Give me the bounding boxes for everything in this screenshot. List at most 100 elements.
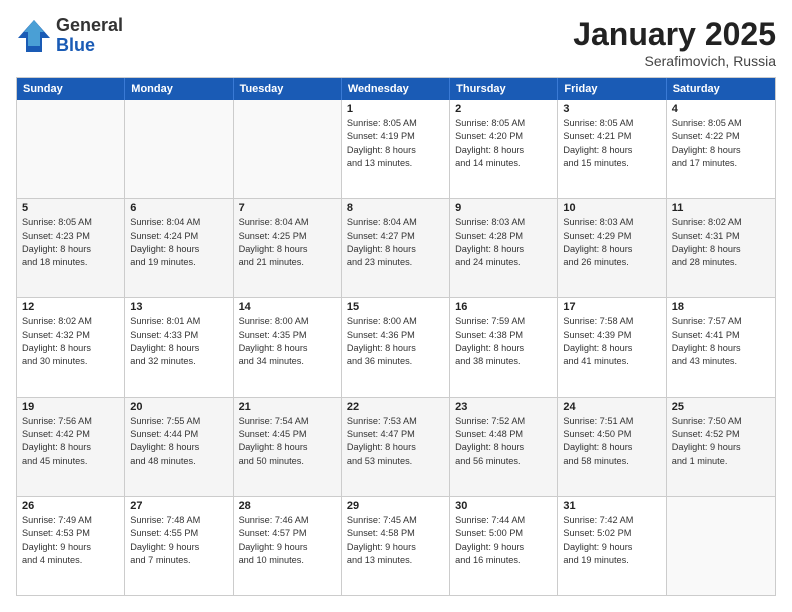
day-number: 31	[563, 500, 660, 512]
day-info: Sunrise: 8:00 AM Sunset: 4:36 PM Dayligh…	[347, 315, 444, 368]
day-info: Sunrise: 8:03 AM Sunset: 4:29 PM Dayligh…	[563, 216, 660, 269]
calendar-cell: 9 Sunrise: 8:03 AM Sunset: 4:28 PM Daylig…	[450, 199, 558, 297]
day-number: 28	[239, 500, 336, 512]
calendar-row: 26Sunrise: 7:49 AM Sunset: 4:53 PM Dayli…	[17, 497, 775, 595]
day-number: 25	[672, 401, 770, 413]
day-info: Sunrise: 8:04 AM Sunset: 4:27 PM Dayligh…	[347, 216, 444, 269]
day-number: 3	[563, 103, 660, 115]
calendar-cell	[125, 100, 233, 198]
page: General Blue January 2025 Serafimovich, …	[0, 0, 792, 612]
day-number: 17	[563, 301, 660, 313]
calendar: SundayMondayTuesdayWednesdayThursdayFrid…	[16, 77, 776, 596]
weekday-header: Wednesday	[342, 78, 450, 100]
day-info: Sunrise: 7:45 AM Sunset: 4:58 PM Dayligh…	[347, 514, 444, 567]
weekday-header: Monday	[125, 78, 233, 100]
day-info: Sunrise: 7:53 AM Sunset: 4:47 PM Dayligh…	[347, 415, 444, 468]
calendar-cell: 7 Sunrise: 8:04 AM Sunset: 4:25 PM Daylig…	[234, 199, 342, 297]
calendar-cell: 1 Sunrise: 8:05 AM Sunset: 4:19 PM Daylig…	[342, 100, 450, 198]
logo-text: General Blue	[56, 16, 123, 56]
logo-blue-text: Blue	[56, 36, 123, 56]
day-number: 20	[130, 401, 227, 413]
calendar-cell: 27 Sunrise: 7:48 AM Sunset: 4:55 PM Dayli…	[125, 497, 233, 595]
day-number: 29	[347, 500, 444, 512]
day-number: 4	[672, 103, 770, 115]
day-number: 30	[455, 500, 552, 512]
day-info: Sunrise: 7:44 AM Sunset: 5:00 PM Dayligh…	[455, 514, 552, 567]
calendar-cell: 23 Sunrise: 7:52 AM Sunset: 4:48 PM Dayli…	[450, 398, 558, 496]
calendar-cell: 18Sunrise: 7:57 AM Sunset: 4:41 PM Dayli…	[667, 298, 775, 396]
day-number: 9	[455, 202, 552, 214]
calendar-row: 12 Sunrise: 8:02 AM Sunset: 4:32 PM Dayli…	[17, 298, 775, 397]
day-info: Sunrise: 8:05 AM Sunset: 4:23 PM Dayligh…	[22, 216, 119, 269]
weekday-header: Saturday	[667, 78, 775, 100]
day-number: 23	[455, 401, 552, 413]
day-number: 7	[239, 202, 336, 214]
calendar-cell: 16Sunrise: 7:59 AM Sunset: 4:38 PM Dayli…	[450, 298, 558, 396]
day-number: 19	[22, 401, 119, 413]
day-info: Sunrise: 8:05 AM Sunset: 4:19 PM Dayligh…	[347, 117, 444, 170]
title-block: January 2025 Serafimovich, Russia	[573, 16, 776, 69]
calendar-header: SundayMondayTuesdayWednesdayThursdayFrid…	[17, 78, 775, 100]
month-title: January 2025	[573, 16, 776, 53]
day-info: Sunrise: 7:51 AM Sunset: 4:50 PM Dayligh…	[563, 415, 660, 468]
calendar-cell: 29 Sunrise: 7:45 AM Sunset: 4:58 PM Dayli…	[342, 497, 450, 595]
day-number: 10	[563, 202, 660, 214]
day-info: Sunrise: 8:02 AM Sunset: 4:32 PM Dayligh…	[22, 315, 119, 368]
day-number: 24	[563, 401, 660, 413]
day-info: Sunrise: 7:42 AM Sunset: 5:02 PM Dayligh…	[563, 514, 660, 567]
logo: General Blue	[16, 16, 123, 56]
day-number: 6	[130, 202, 227, 214]
weekday-header: Tuesday	[234, 78, 342, 100]
day-info: Sunrise: 7:57 AM Sunset: 4:41 PM Dayligh…	[672, 315, 770, 368]
calendar-cell	[234, 100, 342, 198]
calendar-cell: 17 Sunrise: 7:58 AM Sunset: 4:39 PM Dayli…	[558, 298, 666, 396]
header: General Blue January 2025 Serafimovich, …	[16, 16, 776, 69]
day-number: 11	[672, 202, 770, 214]
calendar-cell: 20 Sunrise: 7:55 AM Sunset: 4:44 PM Dayli…	[125, 398, 233, 496]
day-info: Sunrise: 7:50 AM Sunset: 4:52 PM Dayligh…	[672, 415, 770, 468]
weekday-header: Sunday	[17, 78, 125, 100]
day-number: 12	[22, 301, 119, 313]
calendar-cell: 30 Sunrise: 7:44 AM Sunset: 5:00 PM Dayli…	[450, 497, 558, 595]
calendar-cell: 8 Sunrise: 8:04 AM Sunset: 4:27 PM Daylig…	[342, 199, 450, 297]
calendar-cell: 25 Sunrise: 7:50 AM Sunset: 4:52 PM Dayli…	[667, 398, 775, 496]
day-info: Sunrise: 8:04 AM Sunset: 4:25 PM Dayligh…	[239, 216, 336, 269]
day-number: 26	[22, 500, 119, 512]
day-number: 8	[347, 202, 444, 214]
day-number: 16	[455, 301, 552, 313]
day-number: 27	[130, 500, 227, 512]
day-info: Sunrise: 8:00 AM Sunset: 4:35 PM Dayligh…	[239, 315, 336, 368]
calendar-row: 5Sunrise: 8:05 AM Sunset: 4:23 PM Daylig…	[17, 199, 775, 298]
calendar-cell: 12 Sunrise: 8:02 AM Sunset: 4:32 PM Dayli…	[17, 298, 125, 396]
day-info: Sunrise: 7:56 AM Sunset: 4:42 PM Dayligh…	[22, 415, 119, 468]
day-info: Sunrise: 7:46 AM Sunset: 4:57 PM Dayligh…	[239, 514, 336, 567]
day-info: Sunrise: 8:02 AM Sunset: 4:31 PM Dayligh…	[672, 216, 770, 269]
calendar-cell: 5Sunrise: 8:05 AM Sunset: 4:23 PM Daylig…	[17, 199, 125, 297]
day-number: 21	[239, 401, 336, 413]
day-info: Sunrise: 7:52 AM Sunset: 4:48 PM Dayligh…	[455, 415, 552, 468]
calendar-body: 1 Sunrise: 8:05 AM Sunset: 4:19 PM Daylig…	[17, 100, 775, 595]
calendar-cell: 6Sunrise: 8:04 AM Sunset: 4:24 PM Daylig…	[125, 199, 233, 297]
day-info: Sunrise: 8:01 AM Sunset: 4:33 PM Dayligh…	[130, 315, 227, 368]
day-number: 14	[239, 301, 336, 313]
calendar-cell: 19 Sunrise: 7:56 AM Sunset: 4:42 PM Dayli…	[17, 398, 125, 496]
calendar-cell: 31 Sunrise: 7:42 AM Sunset: 5:02 PM Dayli…	[558, 497, 666, 595]
calendar-cell	[17, 100, 125, 198]
day-number: 1	[347, 103, 444, 115]
calendar-cell: 2Sunrise: 8:05 AM Sunset: 4:20 PM Daylig…	[450, 100, 558, 198]
calendar-cell	[667, 497, 775, 595]
day-info: Sunrise: 8:05 AM Sunset: 4:21 PM Dayligh…	[563, 117, 660, 170]
day-info: Sunrise: 8:03 AM Sunset: 4:28 PM Dayligh…	[455, 216, 552, 269]
calendar-cell: 10 Sunrise: 8:03 AM Sunset: 4:29 PM Dayli…	[558, 199, 666, 297]
calendar-cell: 14 Sunrise: 8:00 AM Sunset: 4:35 PM Dayli…	[234, 298, 342, 396]
day-info: Sunrise: 7:55 AM Sunset: 4:44 PM Dayligh…	[130, 415, 227, 468]
day-number: 13	[130, 301, 227, 313]
calendar-row: 1 Sunrise: 8:05 AM Sunset: 4:19 PM Daylig…	[17, 100, 775, 199]
weekday-header: Friday	[558, 78, 666, 100]
weekday-header: Thursday	[450, 78, 558, 100]
day-info: Sunrise: 7:48 AM Sunset: 4:55 PM Dayligh…	[130, 514, 227, 567]
calendar-row: 19 Sunrise: 7:56 AM Sunset: 4:42 PM Dayli…	[17, 398, 775, 497]
day-info: Sunrise: 7:58 AM Sunset: 4:39 PM Dayligh…	[563, 315, 660, 368]
calendar-cell: 22 Sunrise: 7:53 AM Sunset: 4:47 PM Dayli…	[342, 398, 450, 496]
day-number: 22	[347, 401, 444, 413]
